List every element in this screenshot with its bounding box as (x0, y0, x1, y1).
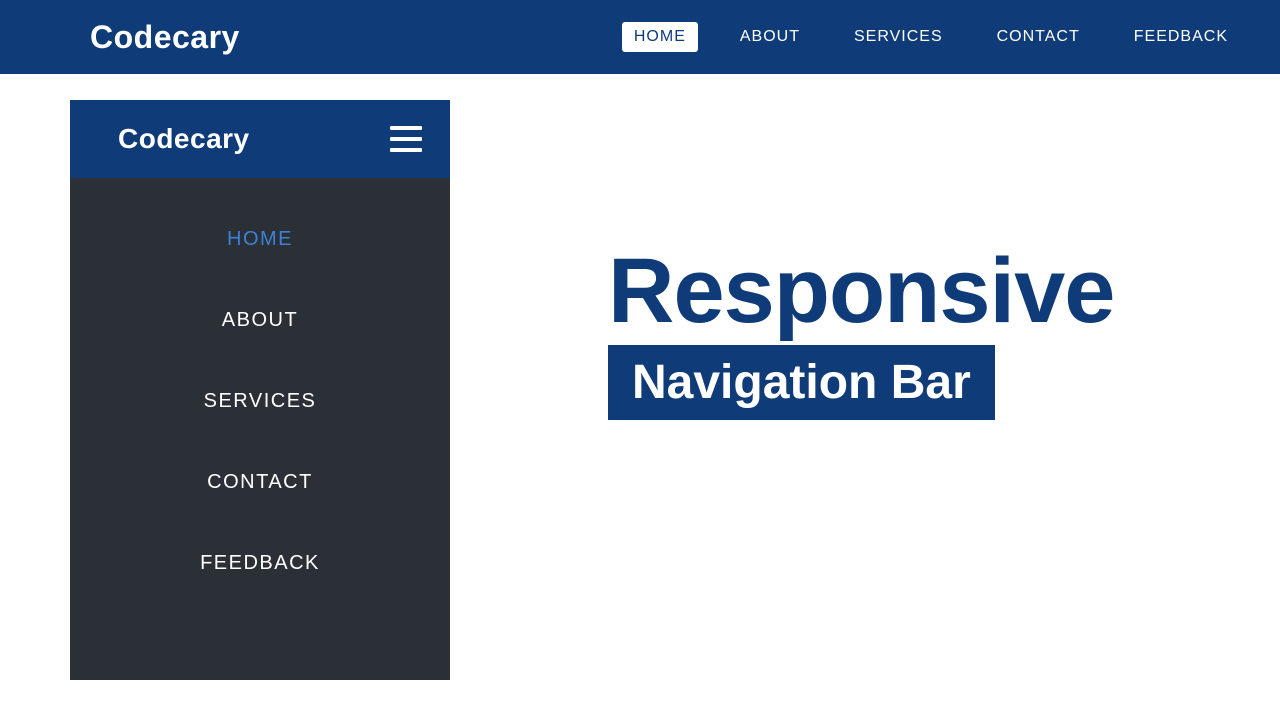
desktop-navbar: Codecary HOME ABOUT SERVICES CONTACT FEE… (0, 0, 1280, 74)
mobile-brand-logo[interactable]: Codecary (118, 123, 250, 155)
nav-link-services[interactable]: SERVICES (842, 22, 955, 52)
mobile-link-feedback[interactable]: FEEDBACK (200, 552, 320, 575)
hero-title-line2: Navigation Bar (632, 356, 971, 409)
mobile-link-contact[interactable]: CONTACT (207, 471, 313, 494)
nav-link-feedback[interactable]: FEEDBACK (1122, 22, 1240, 52)
mobile-link-about[interactable]: ABOUT (222, 309, 298, 332)
brand-logo[interactable]: Codecary (90, 19, 240, 56)
mobile-link-services[interactable]: SERVICES (204, 390, 317, 413)
hamburger-icon[interactable] (390, 126, 422, 152)
mobile-link-home[interactable]: HOME (227, 228, 293, 251)
mobile-menu: HOME ABOUT SERVICES CONTACT FEEDBACK (70, 178, 450, 680)
nav-link-home[interactable]: HOME (622, 22, 698, 52)
nav-links: HOME ABOUT SERVICES CONTACT FEEDBACK (622, 22, 1240, 52)
mobile-header: Codecary (70, 100, 450, 178)
nav-link-about[interactable]: ABOUT (728, 22, 812, 52)
hero-text: Responsive Navigation Bar (608, 245, 1114, 420)
hero-title-line1: Responsive (608, 245, 1114, 337)
hero-title-line2-bg: Navigation Bar (608, 345, 995, 420)
nav-link-contact[interactable]: CONTACT (985, 22, 1092, 52)
mobile-preview: Codecary HOME ABOUT SERVICES CONTACT FEE… (70, 100, 450, 680)
